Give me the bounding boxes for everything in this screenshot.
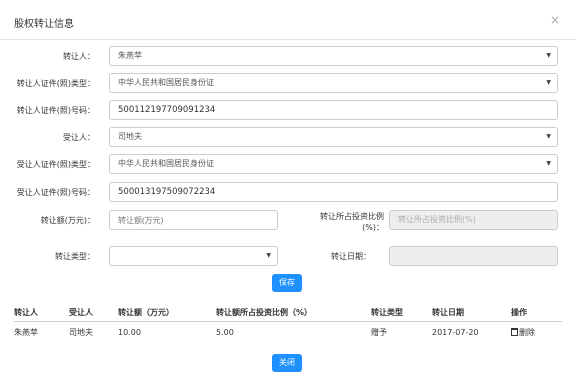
transferor-label: 转让人：	[63, 52, 95, 61]
col-header-type: 转让类型	[371, 304, 432, 322]
caret-down-icon: ▼	[546, 160, 551, 167]
save-button[interactable]: 保存	[272, 274, 302, 292]
delete-button[interactable]: 删除	[511, 328, 535, 337]
modal-header: 股权转让信息 ×	[0, 0, 576, 40]
col-header-transferor: 转让人	[14, 304, 69, 322]
transferee-id-no-label: 受让人证件(照)号码：	[16, 188, 95, 197]
delete-label: 删除	[519, 328, 535, 338]
transferor-id-type-label: 转让人证件(照)类型：	[16, 79, 95, 88]
equity-transfer-modal: 股权转让信息 × 转让人： 朱燕苹 ▼ 转让人证件(照)类型： 中华人民共和国居…	[0, 0, 576, 384]
modal-title: 股权转让信息	[14, 19, 74, 30]
transferee-id-type-label: 受让人证件(照)类型：	[16, 160, 95, 169]
transferee-select[interactable]: 司地夫 ▼	[109, 127, 558, 147]
col-header-amount: 转让额（万元）	[118, 304, 216, 322]
transferee-id-type-value: 中华人民共和国居民身份证	[118, 159, 214, 168]
caret-down-icon: ▼	[266, 252, 271, 259]
transferee-id-no-input[interactable]: 500013197509072234	[109, 182, 558, 202]
cell-ratio: 5.00	[216, 328, 234, 338]
transferee-id-type-select[interactable]: 中华人民共和国居民身份证 ▼	[109, 154, 558, 174]
ratio-label-line2: (%)：	[362, 223, 384, 232]
cell-amount: 10.00	[118, 328, 141, 338]
transferee-value: 司地夫	[118, 132, 142, 141]
ratio-label: 转让所占投资比例 (%)：	[320, 211, 384, 233]
cell-action: 删除	[511, 321, 562, 344]
ratio-label-line1: 转让所占投资比例	[320, 212, 384, 221]
caret-down-icon: ▼	[546, 52, 551, 59]
cell-date: 2017-07-20	[432, 328, 479, 338]
col-header-date: 转让日期	[432, 304, 511, 322]
transfer-date-label: 转让日期：	[331, 252, 371, 261]
cell-transferee: 司地夫	[69, 328, 93, 338]
col-header-action: 操作	[511, 304, 562, 322]
transferor-id-no-label: 转让人证件(照)号码：	[16, 106, 95, 115]
transfer-table: 转让人 受让人 转让额（万元） 转让额所占投资比例（%） 转让类型 转让日期 操…	[14, 304, 562, 344]
transferor-value: 朱燕苹	[118, 51, 142, 60]
table-header-row: 转让人 受让人 转让额（万元） 转让额所占投资比例（%） 转让类型 转让日期 操…	[14, 304, 562, 322]
transfer-type-label: 转让类型：	[55, 252, 95, 261]
close-icon[interactable]: ×	[550, 13, 560, 27]
caret-down-icon: ▼	[546, 79, 551, 86]
amount-label: 转让额(万元)：	[40, 216, 95, 225]
cell-type: 赠予	[371, 328, 387, 338]
transferor-id-type-select[interactable]: 中华人民共和国居民身份证 ▼	[109, 73, 558, 93]
close-button[interactable]: 关闭	[272, 354, 302, 372]
caret-down-icon: ▼	[546, 133, 551, 140]
col-header-ratio: 转让额所占投资比例（%）	[216, 304, 371, 322]
trash-icon	[511, 328, 518, 337]
transferor-id-no-input[interactable]: 500112197709091234	[109, 100, 558, 120]
transferee-label: 受让人：	[63, 133, 95, 142]
table-row: 朱燕苹 司地夫 10.00 5.00 赠予 2017-07-20 删除	[14, 321, 562, 344]
transferor-select[interactable]: 朱燕苹 ▼	[109, 46, 558, 66]
transferor-id-type-value: 中华人民共和国居民身份证	[118, 78, 214, 87]
transfer-type-select[interactable]: ▼	[109, 246, 278, 266]
transfer-date-input[interactable]	[389, 246, 558, 266]
ratio-input[interactable]: 转让所占投资比例(%)	[389, 210, 558, 230]
col-header-transferee: 受让人	[69, 304, 118, 322]
cell-transferor: 朱燕苹	[14, 328, 38, 338]
amount-input[interactable]	[109, 210, 278, 230]
